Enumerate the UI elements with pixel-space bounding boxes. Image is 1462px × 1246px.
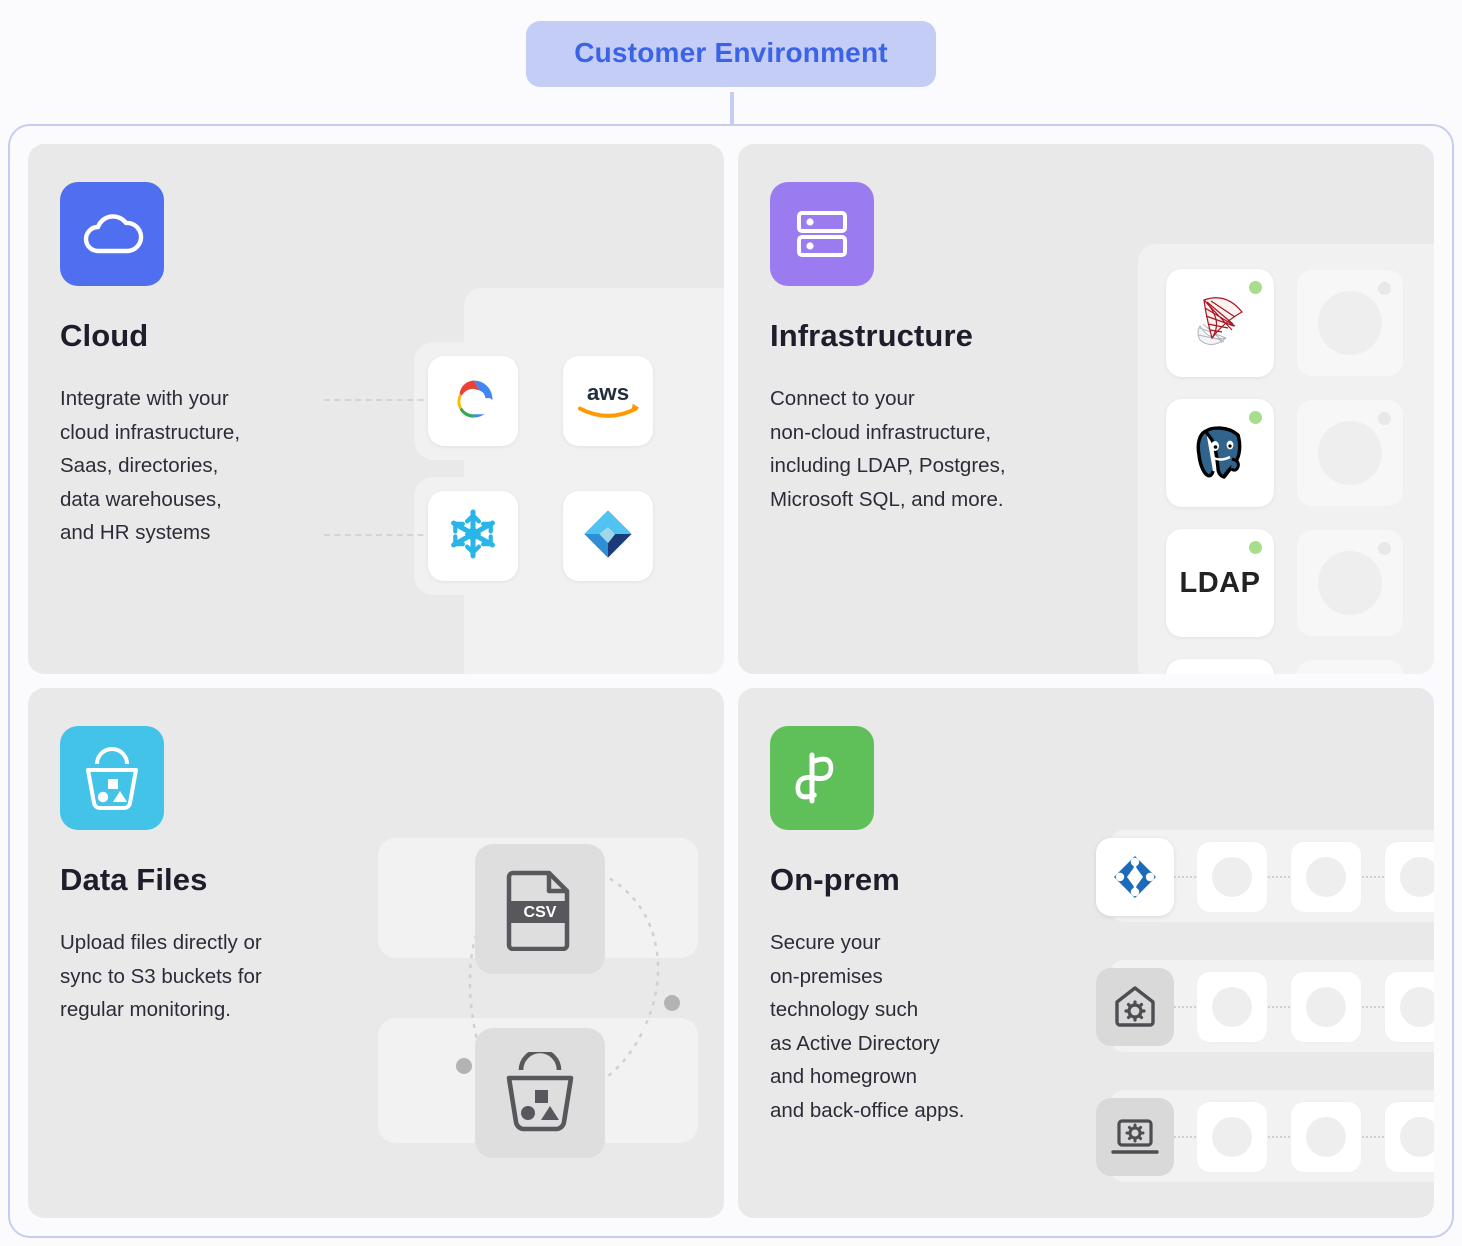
card-cloud[interactable]: aws Cloud Integrate with your cloud infr… (28, 144, 724, 674)
card-data-files[interactable]: CSV Data Files Upload files directly or … (28, 688, 724, 1218)
badge-connector-line (730, 92, 734, 128)
card-on-prem[interactable]: On-prem Secure your on-premises technolo… (738, 688, 1434, 1218)
customer-environment-badge: Customer Environment (526, 21, 936, 87)
category-card-grid: aws Cloud Integrate with your cloud infr… (28, 144, 1434, 1218)
logo-tile-placeholder-4[interactable] (1166, 659, 1274, 674)
cloud-category-icon (60, 182, 164, 286)
data-files-card-content: Data Files Upload files directly or sync… (28, 688, 724, 1027)
on-prem-category-icon (770, 726, 874, 830)
infrastructure-card-content: Infrastructure Connect to your non-cloud… (738, 144, 1434, 516)
infrastructure-category-icon (770, 182, 874, 286)
logo-tile-placeholder-c[interactable] (1296, 529, 1404, 637)
braid-knot-icon (795, 752, 834, 804)
on-prem-title: On-prem (770, 862, 900, 897)
on-prem-connector (1362, 1136, 1384, 1138)
cloud-title: Cloud (60, 318, 149, 353)
on-prem-description: Secure your on-premises technology such … (770, 931, 965, 1122)
on-prem-connector (1268, 1136, 1290, 1138)
logo-tile-placeholder-d[interactable] (1296, 659, 1404, 674)
cloud-description: Integrate with your cloud infrastructure… (60, 387, 241, 544)
infrastructure-title: Infrastructure (770, 318, 973, 353)
bucket-icon (506, 1052, 574, 1132)
on-prem-card-content: On-prem Secure your on-premises technolo… (738, 688, 1434, 1127)
status-dot-online (1249, 541, 1262, 554)
on-prem-connector (1174, 1136, 1196, 1138)
data-files-title: Data Files (60, 862, 208, 897)
logo-tile-ldap[interactable]: LDAP (1166, 529, 1274, 637)
data-files-node-left (456, 1058, 472, 1074)
server-rack-icon (797, 211, 847, 257)
data-files-category-icon (60, 726, 164, 830)
ldap-logo: LDAP (1179, 566, 1261, 599)
cloud-card-content: Cloud Integrate with your cloud infrastr… (28, 144, 724, 550)
infrastructure-description: Connect to your non-cloud infrastructure… (770, 387, 1006, 511)
card-infrastructure[interactable]: LDAP Infrastructure Connect to your non-… (738, 144, 1434, 674)
cloud-icon (83, 214, 144, 254)
bucket-tile[interactable] (475, 1028, 605, 1158)
header-badge-wrapper: Customer Environment (0, 21, 1462, 87)
status-dot-idle (1378, 542, 1391, 555)
data-files-description: Upload files directly or sync to S3 buck… (60, 931, 262, 1021)
customer-environment-container: aws Cloud Integrate with your cloud infr… (8, 124, 1454, 1238)
bucket-icon (86, 747, 138, 810)
placeholder-blob (1318, 551, 1382, 615)
